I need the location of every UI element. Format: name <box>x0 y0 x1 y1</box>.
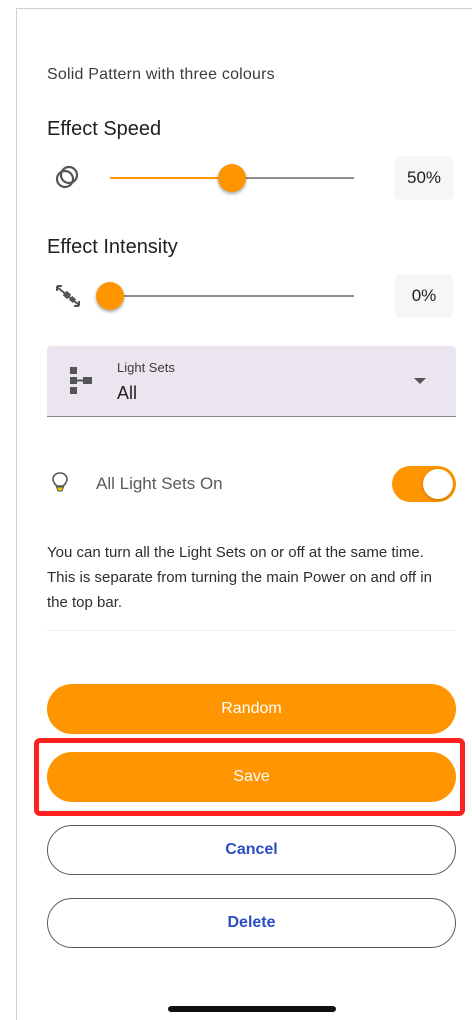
lightbulb-icon <box>52 472 68 499</box>
chevron-down-icon <box>414 378 426 384</box>
effect-speed-thumb[interactable] <box>218 164 246 192</box>
rings-icon <box>54 164 80 195</box>
light-sets-dropdown[interactable]: Light Sets All <box>47 346 456 417</box>
effect-speed-fill <box>110 177 232 179</box>
effect-intensity-thumb[interactable] <box>96 282 124 310</box>
toggle-knob <box>423 469 453 499</box>
all-light-sets-toggle[interactable] <box>392 466 456 502</box>
effect-speed-value: 50% <box>394 156 454 200</box>
save-highlight-box <box>34 738 465 816</box>
effect-intensity-value: 0% <box>394 274 454 318</box>
light-sets-selected: All <box>117 383 138 403</box>
random-button[interactable]: Random <box>47 684 456 734</box>
intensity-icon <box>54 282 82 315</box>
light-sets-tree-icon <box>69 366 93 401</box>
cancel-button[interactable]: Cancel <box>47 825 456 875</box>
light-sets-description: You can turn all the Light Sets on or of… <box>47 544 432 611</box>
effect-intensity-track <box>110 295 354 297</box>
effect-speed-slider[interactable] <box>110 160 354 196</box>
pattern-subtitle: Solid Pattern with three colours <box>47 66 275 83</box>
section-divider <box>47 630 456 631</box>
home-indicator[interactable] <box>168 1006 336 1012</box>
light-sets-label: Light Sets <box>117 360 175 375</box>
effect-intensity-slider[interactable] <box>96 278 354 314</box>
effect-intensity-title: Effect Intensity <box>47 236 178 258</box>
delete-button[interactable]: Delete <box>47 898 456 948</box>
effect-speed-title: Effect Speed <box>47 118 162 140</box>
all-light-sets-label: All Light Sets On <box>96 474 223 493</box>
